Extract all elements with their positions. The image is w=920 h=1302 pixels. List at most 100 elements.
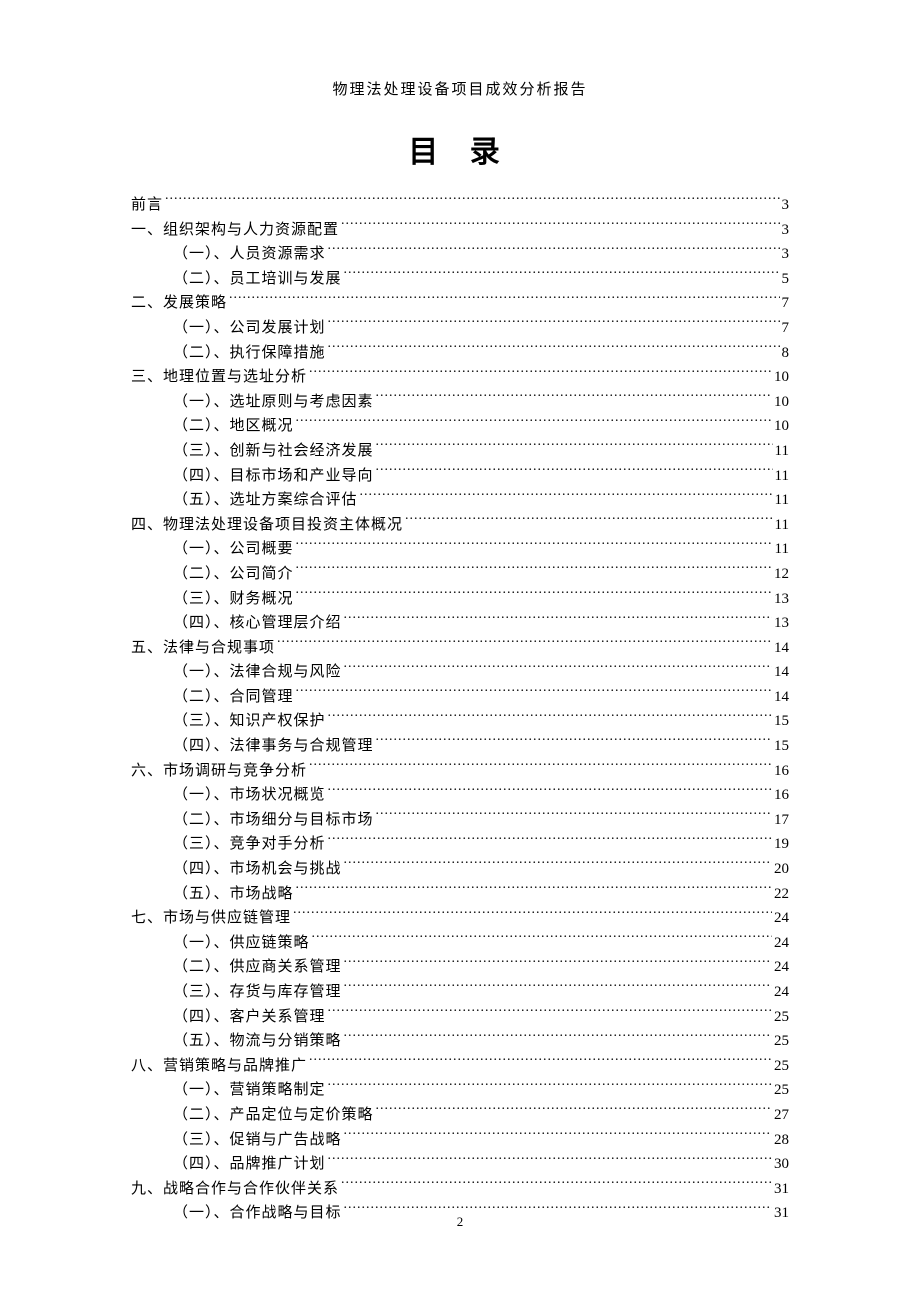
toc-dots (344, 1129, 772, 1144)
toc-entry[interactable]: （三）、存货与库存管理24 (131, 980, 789, 1005)
toc-entry[interactable]: （一）、市场状况概览16 (131, 783, 789, 808)
toc-entry[interactable]: （二）、地区概况10 (131, 414, 789, 439)
toc-entry[interactable]: （二）、供应商关系管理24 (131, 955, 789, 980)
toc-entry[interactable]: 四、物理法处理设备项目投资主体概况11 (131, 513, 789, 538)
toc-entry[interactable]: （一）、人员资源需求3 (131, 242, 789, 267)
toc-dots (360, 489, 773, 504)
toc-page-number: 7 (782, 316, 790, 341)
toc-entry[interactable]: （三）、财务概况 13 (131, 587, 789, 612)
toc-page-number: 10 (774, 365, 789, 390)
toc-label: 二、发展策略 (131, 291, 227, 316)
toc-dots (405, 514, 773, 529)
toc-page-number: 3 (782, 218, 790, 243)
toc-label: 五、法律与合规事项 (131, 636, 275, 661)
page-number: 2 (0, 1214, 920, 1230)
toc-label: （二）、地区概况 (173, 414, 294, 439)
toc-dots (296, 415, 772, 430)
toc-entry[interactable]: 三、地理位置与选址分析10 (131, 365, 789, 390)
toc-entry[interactable]: 七、市场与供应链管理24 (131, 906, 789, 931)
toc-page-number: 25 (774, 1078, 789, 1103)
toc-page-number: 27 (774, 1103, 789, 1128)
toc-entry[interactable]: （二）、合同管理14 (131, 685, 789, 710)
toc-label: （四）、市场机会与挑战 (173, 857, 342, 882)
toc-dots (376, 440, 773, 455)
toc-entry[interactable]: （四）、目标市场和产业导向11 (131, 464, 789, 489)
toc-entry[interactable]: （二）、执行保障措施 8 (131, 341, 789, 366)
toc-label: （二）、执行保障措施 (173, 341, 326, 366)
toc-entry[interactable]: 六、市场调研与竞争分析16 (131, 759, 789, 784)
toc-entry[interactable]: 八、营销策略与品牌推广 25 (131, 1054, 789, 1079)
toc-entry[interactable]: 九、战略合作与合作伙伴关系31 (131, 1177, 789, 1202)
toc-page-number: 13 (774, 611, 789, 636)
toc-dots (296, 588, 772, 603)
toc-dots (328, 1006, 772, 1021)
toc-entry[interactable]: （三）、创新与社会经济发展 11 (131, 439, 789, 464)
toc-entry[interactable]: （一）、供应链策略24 (131, 931, 789, 956)
toc-entry[interactable]: 二、发展策略 7 (131, 291, 789, 316)
toc-dots (344, 612, 772, 627)
toc-page-number: 11 (775, 537, 789, 562)
toc-page-number: 28 (774, 1128, 789, 1153)
toc-dots (328, 710, 772, 725)
toc-entry[interactable]: （四）、客户关系管理25 (131, 1005, 789, 1030)
toc-entry[interactable]: （二）、员工培训与发展5 (131, 267, 789, 292)
toc-entry[interactable]: （三）、促销与广告战略28 (131, 1128, 789, 1153)
toc-dots (309, 366, 772, 381)
toc-entry[interactable]: （四）、品牌推广计划30 (131, 1152, 789, 1177)
toc-page-number: 25 (774, 1054, 789, 1079)
toc-dots (296, 538, 773, 553)
toc-dots (328, 1153, 772, 1168)
toc-page-number: 8 (782, 341, 790, 366)
toc-dots (328, 1079, 772, 1094)
toc-label: （三）、知识产权保护 (173, 709, 326, 734)
toc-dots (341, 1178, 772, 1193)
toc-label: 八、营销策略与品牌推广 (131, 1054, 307, 1079)
toc-container: 前言3一、组织架构与人力资源配置3（一）、人员资源需求3（二）、员工培训与发展5… (0, 193, 920, 1226)
toc-label: （五）、选址方案综合评估 (173, 488, 358, 513)
toc-dots (344, 956, 772, 971)
toc-entry[interactable]: （五）、市场战略22 (131, 882, 789, 907)
toc-dots (296, 563, 772, 578)
toc-entry[interactable]: （二）、市场细分与目标市场17 (131, 808, 789, 833)
toc-entry[interactable]: （五）、选址方案综合评估 11 (131, 488, 789, 513)
toc-page-number: 31 (774, 1177, 789, 1202)
toc-label: 前言 (131, 193, 163, 218)
toc-page-number: 12 (774, 562, 789, 587)
toc-page-number: 16 (774, 783, 789, 808)
toc-entry[interactable]: （五）、物流与分销策略25 (131, 1029, 789, 1054)
toc-page-number: 25 (774, 1005, 789, 1030)
toc-dots (344, 661, 772, 676)
toc-page-number: 15 (774, 734, 789, 759)
toc-entry[interactable]: （三）、竞争对手分析19 (131, 832, 789, 857)
toc-entry[interactable]: （一）、营销策略制定 25 (131, 1078, 789, 1103)
toc-entry[interactable]: （一）、法律合规与风险14 (131, 660, 789, 685)
toc-entry[interactable]: （一）、公司发展计划7 (131, 316, 789, 341)
toc-entry[interactable]: （一）、公司概要 11 (131, 537, 789, 562)
toc-entry[interactable]: （四）、核心管理层介绍 13 (131, 611, 789, 636)
toc-page-number: 11 (775, 488, 789, 513)
toc-label: （一）、营销策略制定 (173, 1078, 326, 1103)
toc-label: （四）、核心管理层介绍 (173, 611, 342, 636)
toc-entry[interactable]: 前言3 (131, 193, 789, 218)
toc-page-number: 30 (774, 1152, 789, 1177)
toc-label: （一）、公司概要 (173, 537, 294, 562)
toc-dots (376, 391, 772, 406)
toc-entry[interactable]: （一）、选址原则与考虑因素10 (131, 390, 789, 415)
toc-entry[interactable]: （四）、市场机会与挑战20 (131, 857, 789, 882)
toc-label: （三）、创新与社会经济发展 (173, 439, 374, 464)
toc-page-number: 7 (782, 291, 790, 316)
toc-entry[interactable]: 一、组织架构与人力资源配置3 (131, 218, 789, 243)
toc-entry[interactable]: （四）、法律事务与合规管理15 (131, 734, 789, 759)
toc-entry[interactable]: （二）、产品定位与定价策略27 (131, 1103, 789, 1128)
toc-page-number: 5 (782, 267, 790, 292)
toc-label: （三）、财务概况 (173, 587, 294, 612)
toc-page-number: 11 (775, 439, 789, 464)
toc-label: （一）、选址原则与考虑因素 (173, 390, 374, 415)
toc-dots (341, 219, 779, 234)
toc-entry[interactable]: 五、法律与合规事项14 (131, 636, 789, 661)
page-header: 物理法处理设备项目成效分析报告 (0, 0, 920, 99)
toc-page-number: 17 (774, 808, 789, 833)
toc-entry[interactable]: （二）、公司简介12 (131, 562, 789, 587)
toc-page-number: 13 (774, 587, 789, 612)
toc-entry[interactable]: （三）、知识产权保护15 (131, 709, 789, 734)
